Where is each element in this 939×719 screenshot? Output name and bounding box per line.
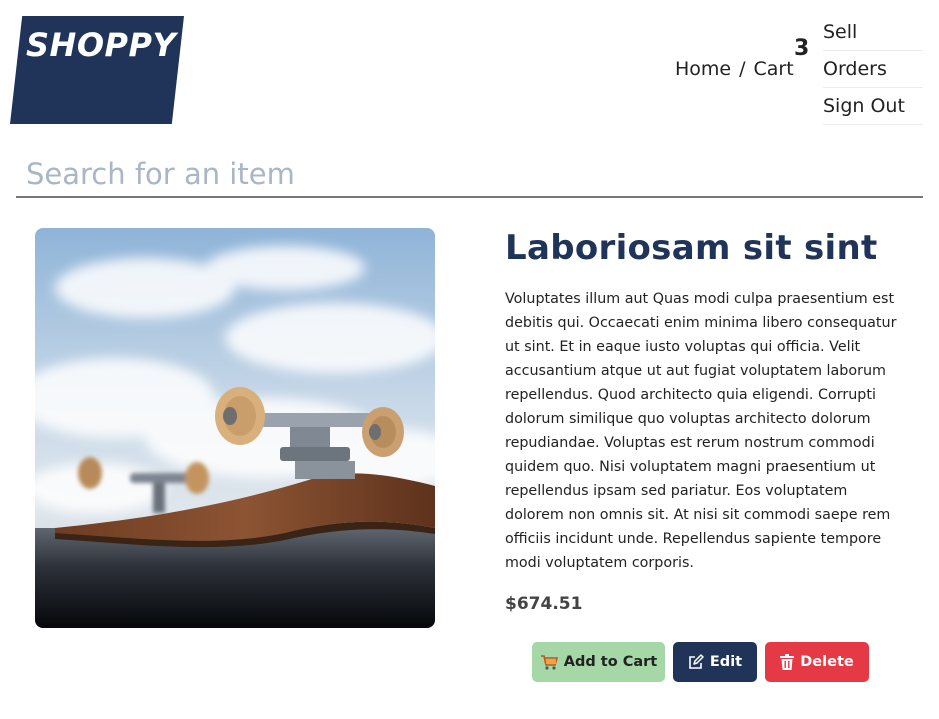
skateboard-photo [35,228,435,628]
add-to-cart-label: Add to Cart [563,654,658,670]
edit-label: Edit [709,654,743,670]
trash-icon [780,654,795,670]
edit-icon [688,654,704,670]
delete-button[interactable]: Delete [765,642,869,682]
product-image [35,228,435,628]
breadcrumb-separator: / [739,58,746,80]
cart-count-badge: 3 [794,36,810,61]
cart-icon [540,654,558,670]
breadcrumb: Home / Cart [675,58,794,80]
menu-item-sell[interactable]: Sell [823,14,923,51]
product-price: $674.51 [505,594,583,614]
logo-text[interactable]: SHOPPY [26,26,176,64]
menu-item-sign-out[interactable]: Sign Out [823,88,923,125]
product-description: Voluptates illum aut Quas modi culpa pra… [505,291,897,571]
menu-item-orders[interactable]: Orders [823,51,923,88]
nav-home-link[interactable]: Home [675,58,731,80]
edit-button[interactable]: Edit [673,642,757,682]
user-menu: Sell Orders Sign Out [823,14,923,125]
product-title: Laboriosam sit sint [505,228,878,268]
nav-cart-link[interactable]: Cart [754,58,794,80]
add-to-cart-button[interactable]: Add to Cart [532,642,665,682]
delete-label: Delete [800,654,854,670]
search-input[interactable] [16,152,923,198]
